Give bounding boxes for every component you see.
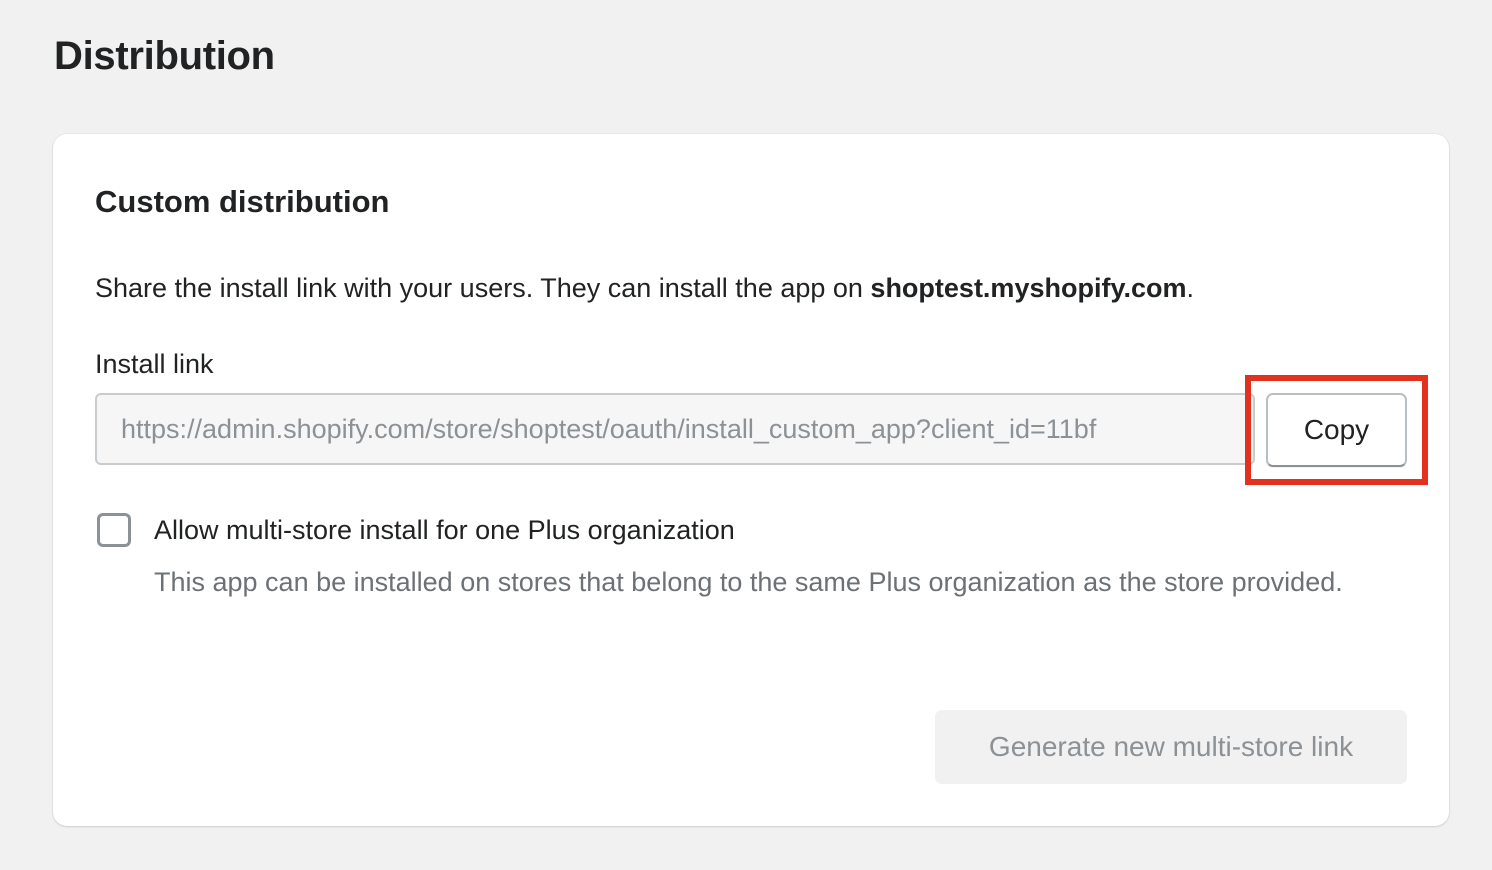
- store-domain: shoptest.myshopify.com: [870, 273, 1187, 303]
- generate-multi-store-link-button[interactable]: Generate new multi-store link: [935, 710, 1407, 784]
- description-period: .: [1186, 273, 1194, 303]
- copy-button[interactable]: Copy: [1266, 393, 1407, 467]
- multi-store-help-text: This app can be installed on stores that…: [154, 567, 1343, 597]
- card-description: Share the install link with your users. …: [95, 270, 1194, 306]
- multi-store-checkbox-label[interactable]: Allow multi-store install for one Plus o…: [154, 512, 735, 548]
- page-title: Distribution: [54, 34, 275, 78]
- description-text: Share the install link with your users. …: [95, 273, 871, 303]
- custom-distribution-card: Custom distribution Share the install li…: [53, 134, 1449, 826]
- install-link-label: Install link: [95, 349, 214, 379]
- multi-store-checkbox[interactable]: [97, 513, 131, 547]
- install-link-input[interactable]: [95, 393, 1255, 465]
- card-title: Custom distribution: [95, 184, 390, 219]
